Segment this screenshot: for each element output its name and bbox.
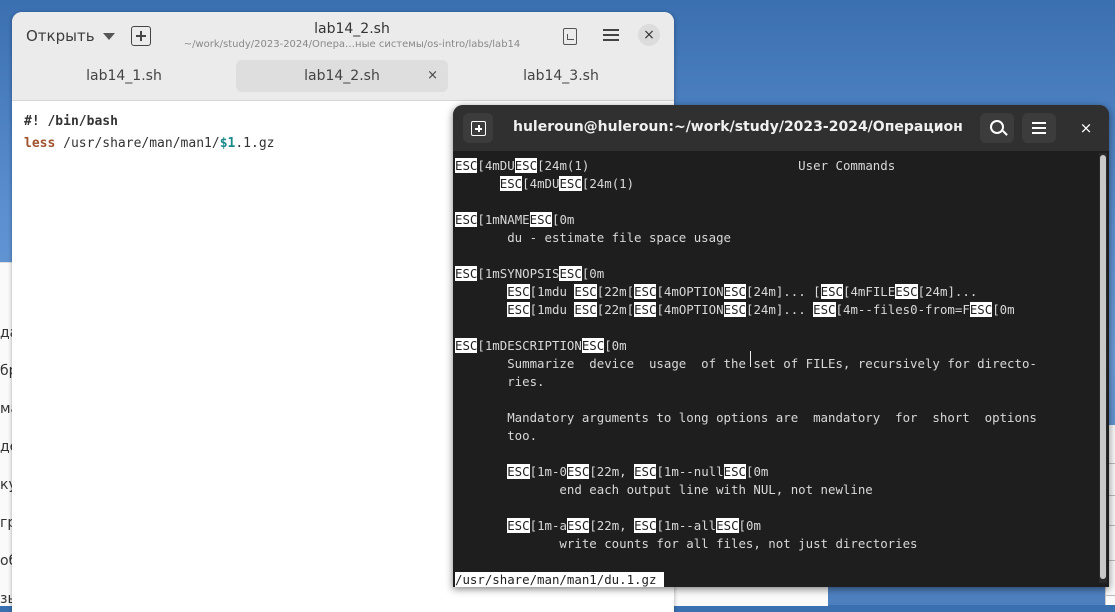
tab-lab14-1[interactable]: lab14_1.sh (12, 60, 236, 92)
terminal-line: write counts for all files, not just dir… (455, 536, 918, 551)
terminal-line: ESC[1mDESCRIPTIONESC[0m (455, 338, 627, 353)
tab-label: lab14_1.sh (86, 68, 162, 84)
search-button[interactable] (980, 113, 1014, 143)
tab-label: lab14_3.sh (523, 68, 599, 84)
hamburger-menu-icon[interactable] (603, 29, 619, 41)
terminal-line: ries. (455, 374, 545, 389)
bg-text: да (0, 325, 12, 341)
terminal-line: du - estimate file space usage (455, 230, 732, 245)
terminal-line: too. (455, 428, 538, 443)
tab-lab14-2[interactable]: lab14_2.sh × (236, 60, 448, 92)
close-button[interactable]: × (638, 24, 660, 46)
window-title: lab14_2.sh (314, 21, 390, 37)
scrollbar-thumb[interactable] (1100, 155, 1106, 579)
bg-text: ма (0, 401, 12, 417)
terminal-line: end each output line with NUL, not newli… (455, 482, 873, 497)
terminal-line: Mandatory arguments to long options are … (455, 410, 1037, 425)
new-document-icon[interactable] (131, 26, 151, 46)
terminal-line: ESC[1mdu ESC[22m[ESC[4mOPTIONESC[24m]...… (507, 302, 1015, 317)
editor-headerbar: Открыть lab14_2.sh ~/work/study/2023-202… (12, 12, 674, 101)
close-button[interactable]: × (1074, 117, 1098, 139)
bg-text: бр (0, 363, 12, 379)
open-button[interactable]: Открыть (26, 26, 115, 46)
window-subtitle: ~/work/study/2023-2024/Опера…ные системы… (183, 39, 521, 50)
code-keyword: less (24, 136, 56, 151)
bg-text: об (0, 553, 12, 569)
code-text: .1.gz (235, 136, 275, 151)
terminal-headerbar: huleroun@huleroun:~/work/study/2023-2024… (453, 105, 1109, 151)
mouse-cursor-icon (750, 351, 752, 367)
terminal-line: ESC[4mDUESC[24m(1) (499, 176, 635, 191)
terminal-title: huleroun@huleroun:~/work/study/2023-2024… (513, 119, 963, 135)
terminal-line: ESC[1m-0ESC[22m, ESC[1m--nullESC[0m (507, 464, 769, 479)
code-variable: $1 (219, 136, 236, 151)
terminal-output[interactable]: ESC[4mDUESC[24m(1) User Commands ESC[4mD… (453, 151, 1099, 587)
terminal-line: ESC[4mDUESC[24m(1) User Commands (455, 158, 896, 173)
open-button-label: Открыть (26, 27, 95, 45)
terminal-line: ESC[1mdu ESC[22m[ESC[4mOPTIONESC[24m]...… (507, 284, 978, 299)
chevron-down-icon (102, 32, 115, 40)
close-icon[interactable]: × (427, 60, 438, 92)
menu-button[interactable] (1022, 113, 1056, 143)
pager-status-line: /usr/share/man/man1/du.1.gz (455, 572, 664, 587)
terminal-line: ESC[1m-aESC[22m, ESC[1m--allESC[0m (507, 518, 761, 533)
bg-text: гр (0, 515, 12, 531)
code-text: /usr/share/man/man1/ (55, 136, 220, 151)
terminal-line: ESC[1mNAMEESC[0m (455, 212, 575, 227)
code-line: #! /bin/bash (24, 114, 118, 129)
terminal-line: ESC[1mSYNOPSISESC[0m (455, 266, 605, 281)
new-tab-icon (471, 121, 486, 136)
document-edit-icon[interactable] (563, 28, 577, 45)
terminal-line: Summarize device usage of the set of FIL… (455, 356, 1037, 371)
bg-text: де (0, 439, 12, 455)
bg-text: ку (0, 477, 12, 493)
code-line: less /usr/share/man/man1/$1.1.gz (24, 136, 274, 151)
scrollbar[interactable] (1099, 153, 1107, 583)
tab-label: lab14_2.sh (304, 68, 380, 84)
new-tab-button[interactable] (463, 113, 493, 143)
terminal-window: huleroun@huleroun:~/work/study/2023-2024… (453, 105, 1109, 587)
tab-lab14-3[interactable]: lab14_3.sh (448, 60, 674, 92)
